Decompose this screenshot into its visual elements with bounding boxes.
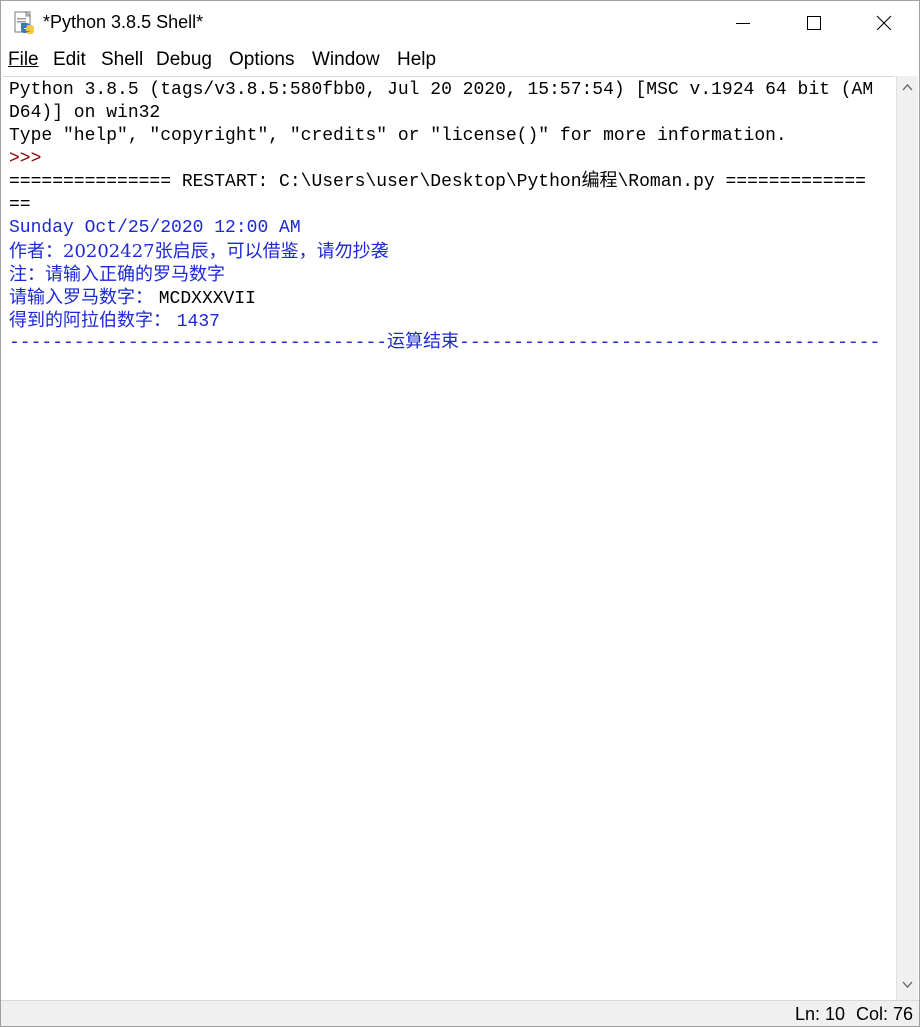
menu-options[interactable]: Options <box>229 49 294 71</box>
status-line-number: Ln: 10 <box>795 1004 846 1024</box>
shell-text-area[interactable]: Python 3.8.5 (tags/v3.8.5:580fbb0, Jul 2… <box>3 76 894 1001</box>
shell-line-restart-wrap: == <box>9 195 31 215</box>
window-title: *Python 3.8.5 Shell* <box>43 12 204 32</box>
menu-debug[interactable]: Debug <box>156 49 212 71</box>
menu-window[interactable]: Window <box>312 49 380 71</box>
minimize-icon <box>736 23 750 24</box>
shell-line-note: 注：请输入正确的罗马数字 <box>9 264 225 285</box>
maximize-button[interactable] <box>779 1 849 45</box>
python-idle-icon <box>14 11 34 34</box>
status-column-number: Col: 76 <box>856 1004 914 1024</box>
shell-line-result: 得到的阿拉伯数字： 1437 <box>9 309 220 332</box>
close-button[interactable] <box>849 1 919 45</box>
menu-shell[interactable]: Shell <box>101 49 143 71</box>
shell-line-input: 请输入罗马数字： MCDXXXVII <box>9 286 256 309</box>
close-icon <box>876 15 892 31</box>
menu-bar: File Edit Shell Debug Options Window Hel… <box>1 45 919 75</box>
menu-help[interactable]: Help <box>397 49 436 71</box>
menu-file-mnemonic: File <box>8 49 39 70</box>
shell-line-restart: =============== RESTART: C:\Users\user\D… <box>9 172 866 192</box>
scroll-down-icon[interactable] <box>902 981 913 989</box>
menu-file[interactable]: File <box>8 49 39 71</box>
shell-line-author: 作者：20202427张启辰，可以借鉴，请勿抄袭 <box>9 241 389 262</box>
shell-prompt: >>> <box>9 149 53 169</box>
scroll-up-icon[interactable] <box>902 83 913 91</box>
idle-shell-window: *Python 3.8.5 Shell* File Edit Shell Deb… <box>0 0 920 1027</box>
vertical-scrollbar[interactable] <box>896 76 918 1000</box>
maximize-icon <box>807 16 821 30</box>
shell-line-banner-3: Type "help", "copyright", "credits" or "… <box>9 126 787 146</box>
user-input-roman: MCDXXXVII <box>158 289 256 309</box>
shell-line-banner-2: D64)] on win32 <box>9 103 161 123</box>
input-prompt-text: 请输入罗马数字： <box>9 287 159 308</box>
result-label: 得到的阿拉伯数字： <box>9 310 177 331</box>
result-value: 1437 <box>176 312 220 332</box>
menu-edit[interactable]: Edit <box>53 49 86 71</box>
status-bar: Ln: 10 Col: 76 <box>1 1000 919 1026</box>
shell-line-banner-1: Python 3.8.5 (tags/v3.8.5:580fbb0, Jul 2… <box>9 80 874 100</box>
title-bar[interactable]: *Python 3.8.5 Shell* <box>1 1 919 45</box>
shell-line-date: Sunday Oct/25/2020 12:00 AM <box>9 218 301 238</box>
shell-line-end-divider: -----------------------------------运算结束-… <box>9 333 881 353</box>
minimize-button[interactable] <box>708 1 778 45</box>
